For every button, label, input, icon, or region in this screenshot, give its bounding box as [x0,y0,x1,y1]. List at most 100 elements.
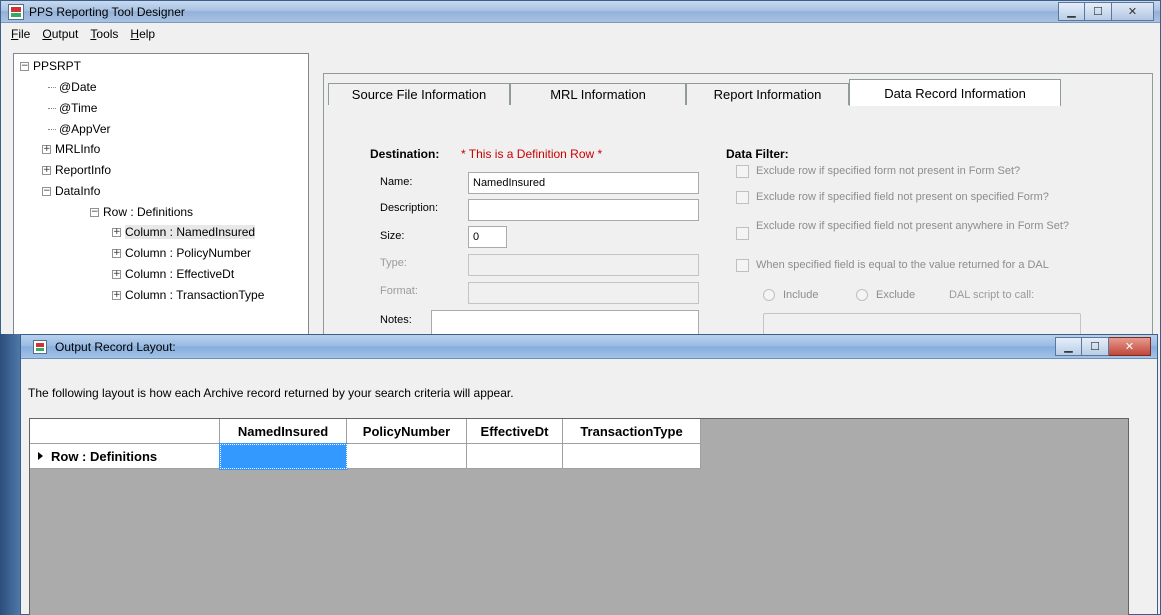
tab-report-information[interactable]: Report Information [686,83,849,105]
minimize-button[interactable]: ▁ [1055,337,1082,356]
tree-node-date[interactable]: @Date [48,77,97,97]
notes-label: Notes: [380,314,412,326]
tab-source-file-information[interactable]: Source File Information [328,83,510,105]
menu-output-mnemonic: O [42,27,52,41]
tree-node-appver[interactable]: @AppVer [48,119,111,139]
collapse-icon[interactable]: − [42,186,51,196]
include-radio[interactable]: Include [763,289,818,301]
menu-output[interactable]: Output [36,27,84,41]
checkbox[interactable] [736,165,749,178]
collapse-icon[interactable]: − [20,61,29,71]
description-label: Description: [380,202,439,214]
minimize-icon: ▁ [1064,341,1073,353]
checkbox[interactable] [736,191,749,204]
tree-node-reportinfo[interactable]: + ReportInfo [42,160,111,180]
maximize-icon: ☐ [1093,6,1103,18]
output-window-title: Output Record Layout: [55,340,176,354]
expand-icon[interactable]: + [112,290,121,300]
tree-node-label: Column : PolicyNumber [125,246,252,260]
tree-node-column-policynumber[interactable]: + Column : PolicyNumber [112,243,251,263]
menu-tools[interactable]: Tools [84,27,124,41]
tree-node-label: @AppVer [59,122,111,136]
tree-view[interactable]: − PPSRPT @Date @Time @AppVer + MRLInfo +… [13,53,309,343]
tree-node-label: @Time [59,101,98,115]
name-label: Name: [380,176,413,188]
filter-option-field-not-present-anywhere[interactable]: Exclude row if specified field not prese… [736,219,1096,240]
tab-label: MRL Information [550,87,646,102]
radio-icon[interactable] [763,289,775,301]
tree-node-label: Column : EffectiveDt [125,267,235,281]
tab-label: Source File Information [351,87,487,102]
format-field [468,282,699,304]
filter-option-dal-value[interactable]: When specified field is equal to the val… [736,258,1096,272]
tab-label: Data Record Information [884,85,1026,101]
main-titlebar[interactable]: PPS Reporting Tool Designer ▁ ☐ ✕ [1,1,1160,23]
tree-node-column-effectivedt[interactable]: + Column : EffectiveDt [112,264,234,284]
expand-icon[interactable]: + [42,165,51,175]
close-button[interactable]: ✕ [1112,2,1154,21]
column-header[interactable]: NamedInsured [220,419,347,444]
expand-icon[interactable]: + [112,248,121,258]
grid-cell[interactable] [563,444,701,469]
menu-file[interactable]: File [5,27,36,41]
menu-file-label: ile [18,27,31,41]
column-header[interactable]: TransactionType [563,419,701,444]
close-button[interactable]: ✕ [1109,337,1151,356]
tree-node-label: PPSRPT [33,59,82,73]
size-field[interactable] [468,226,507,248]
tab-label: Report Information [713,87,822,102]
include-label: Include [783,289,819,301]
definition-row-note: * This is a Definition Row * [461,147,603,161]
close-icon: ✕ [1127,6,1138,18]
output-titlebar[interactable]: Output Record Layout: ▁ ☐ ✕ [21,335,1157,359]
tab-data-record-information[interactable]: Data Record Information [849,79,1061,106]
filter-option-field-not-present-form[interactable]: Exclude row if specified field not prese… [736,190,1096,204]
grid-cell[interactable] [467,444,563,469]
tree-node-mrlinfo[interactable]: + MRLInfo [42,139,100,159]
close-icon: ✕ [1124,341,1135,353]
checkbox[interactable] [736,227,749,240]
tree-node-column-transactiontype[interactable]: + Column : TransactionType [112,285,264,305]
window-controls: ▁ ☐ ✕ [1055,337,1151,356]
checkbox[interactable] [736,259,749,272]
name-field[interactable] [468,172,699,194]
format-label: Format: [380,285,418,297]
tab-mrl-information[interactable]: MRL Information [510,83,686,105]
dal-script-label: DAL script to call: [949,289,1035,301]
background-frame [0,334,20,615]
column-header[interactable]: PolicyNumber [347,419,467,444]
menu-help[interactable]: Help [124,27,161,41]
tree-node-datainfo[interactable]: − DataInfo [42,181,100,201]
filter-option-form-not-present[interactable]: Exclude row if specified form not presen… [736,164,1096,178]
grid-cell[interactable] [219,443,348,470]
maximize-button[interactable]: ☐ [1085,2,1112,21]
tree-node-row-definitions[interactable]: − Row : Definitions [90,202,193,222]
grid-corner-header[interactable] [30,419,220,444]
column-header[interactable]: EffectiveDt [467,419,563,444]
grid-cell[interactable] [347,444,467,469]
description-field[interactable] [468,199,699,221]
minimize-button[interactable]: ▁ [1058,2,1085,21]
checkbox-label: Exclude row if specified form not presen… [756,165,1021,177]
tree-node-time[interactable]: @Time [48,98,97,118]
menu-output-label: utput [51,27,79,41]
radio-icon[interactable] [856,289,868,301]
exclude-radio[interactable]: Exclude [856,289,915,301]
maximize-button[interactable]: ☐ [1082,337,1109,356]
tree-node-label: ReportInfo [55,163,112,177]
output-record-layout-window: Output Record Layout: ▁ ☐ ✕ The followin… [20,334,1158,615]
expand-icon[interactable]: + [112,227,121,237]
row-header[interactable]: Row : Definitions [30,444,220,469]
layout-grid[interactable]: NamedInsured PolicyNumber EffectiveDt Tr… [29,418,1129,615]
destination-label: Destination: [370,147,440,161]
tree-connector [48,86,56,88]
expand-icon[interactable]: + [112,269,121,279]
tree-node-column-namedinsured[interactable]: + Column : NamedInsured [112,222,256,242]
exclude-label: Exclude [876,289,916,301]
output-client-area: The following layout is how each Archive… [28,359,1150,615]
window-title: PPS Reporting Tool Designer [29,5,185,19]
collapse-icon[interactable]: − [90,207,99,217]
tree-node-ppsrpt[interactable]: − PPSRPT [20,56,81,76]
app-icon [8,4,24,20]
expand-icon[interactable]: + [42,144,51,154]
